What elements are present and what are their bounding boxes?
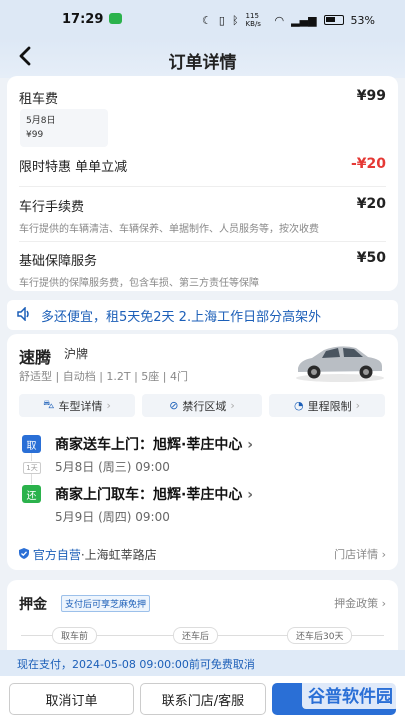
fee-row-insurance: 基础保障服务 ¥50 车行提供的保障服务费，包含车损、第三方责任等保障	[19, 250, 386, 289]
timeline-line	[31, 453, 32, 461]
nav-bar: 订单详情	[0, 38, 405, 78]
gauge-icon: ◔	[293, 399, 304, 412]
bluetooth-icon: ᛒ	[231, 13, 239, 27]
fee-row-service: 车行手续费 ¥20 车行提供的车辆清洁、车辆保养、单据制作、人员服务等，按次收费	[19, 196, 386, 235]
status-icons: ☾ ▯ ᛒ 115 KB/s ◠ ▂▄▆ 53%	[202, 12, 375, 28]
pill-label: 禁行区域	[182, 399, 227, 413]
fee-description: 车行提供的车辆清洁、车辆保养、单据制作、人员服务等，按次收费	[19, 224, 319, 235]
return-location[interactable]: 商家上门取车：旭辉·莘庄中心 ›	[55, 484, 253, 504]
fee-label: 车行手续费	[19, 200, 85, 215]
pill-label: 里程限制	[307, 399, 352, 413]
store-tag: 官方自营	[32, 548, 81, 562]
fee-row-rental: 租车费 ¥99	[19, 88, 386, 107]
store-details-link[interactable]: 门店详情 ›	[334, 546, 386, 562]
no-entry-icon: ⊘	[169, 399, 179, 412]
chevron-right-icon: ›	[106, 399, 111, 412]
chip-amount: ¥99	[26, 130, 44, 140]
timeline-line	[31, 474, 32, 484]
car-name: 速腾	[19, 348, 52, 367]
fee-label: 租车费	[19, 92, 59, 107]
car-specs: 舒适型 | 自动档 | 1.2T | 5座 | 4门	[19, 370, 189, 383]
chevron-right-icon: ›	[247, 487, 253, 503]
fee-row-discount: 限时特惠 单单立减 -¥20	[19, 156, 386, 175]
mileage-limit-button[interactable]: ◔ 里程限制 ›	[269, 394, 385, 417]
pickup-time: 5月8日 (周三) 09:00	[55, 460, 170, 474]
moon-icon: ☾	[202, 13, 212, 27]
chevron-right-icon: ›	[355, 399, 360, 412]
return-title: 商家上门取车：旭辉·莘庄中心	[55, 487, 243, 503]
timeline-label: 还车后30天	[287, 627, 353, 644]
store-info: 官方自营·上海虹莘路店	[19, 546, 157, 563]
fee-description: 车行提供的保障服务费，包含车损、第三方责任等保障	[19, 278, 259, 289]
fee-label: 基础保障服务	[19, 254, 98, 269]
timeline-label: 还车后	[173, 627, 219, 644]
speaker-icon	[17, 306, 32, 325]
car-info-card: 速腾 沪牌 舒适型 | 自动档 | 1.2T | 5座 | 4门 ⛍ 车型详情 …	[7, 334, 398, 570]
rental-duration: 1天	[23, 462, 41, 474]
status-time: 17:29	[62, 12, 104, 27]
car-model-details-button[interactable]: ⛍ 车型详情 ›	[19, 394, 135, 417]
store-address: ·上海虹莘路店	[80, 548, 157, 562]
fee-label: 限时特惠 单单立减	[19, 160, 128, 175]
status-bar: 17:29 ☾ ▯ ᛒ 115 KB/s ◠ ▂▄▆ 53%	[0, 0, 405, 38]
deposit-link-label: 押金政策	[334, 597, 379, 610]
pill-label: 车型详情	[58, 399, 103, 413]
payment-notice: 现在支付，2024-05-08 09:00:00前可免费取消	[0, 650, 405, 676]
store-link-label: 门店详情	[334, 548, 379, 561]
deposit-card: 押金 支付后可享芝麻免押 押金政策 › 取车前 还车后 还车后30天	[7, 580, 398, 650]
fee-amount: ¥99	[356, 88, 386, 104]
deposit-title: 押金	[19, 597, 47, 613]
fee-amount: -¥20	[350, 156, 386, 172]
signal-icon: ▂▄▆	[291, 13, 317, 27]
contact-store-button[interactable]: 联系门店/客服	[140, 683, 266, 715]
vibrate-icon: ▯	[218, 13, 225, 27]
pickup-title: 商家送车上门：旭辉·莘庄中心	[55, 437, 243, 453]
fee-amount: ¥50	[356, 250, 386, 266]
wifi-icon: ◠	[274, 13, 285, 27]
notice-text: 多还便宜，租5天免2天 2.上海工作日部分高架外	[41, 310, 322, 325]
fee-details-card: 租车费 ¥99 5月8日 ¥99 限时特惠 单单立减 -¥20 车行手续费 ¥2…	[7, 76, 398, 291]
chip-date: 5月8日	[26, 116, 56, 126]
timeline-label: 取车前	[52, 627, 98, 644]
battery-icon	[323, 15, 344, 25]
chevron-right-icon: ›	[230, 399, 235, 412]
car-image	[296, 346, 384, 382]
return-time: 5月9日 (周四) 09:00	[55, 510, 170, 524]
restricted-area-button[interactable]: ⊘ 禁行区域 ›	[142, 394, 262, 417]
chevron-right-icon: ›	[381, 548, 386, 561]
deposit-badge: 支付后可享芝麻免押	[61, 595, 151, 612]
battery-percent: 53%	[350, 13, 375, 27]
divider	[19, 241, 386, 242]
page-title: 订单详情	[168, 53, 237, 73]
divider	[19, 186, 386, 187]
fee-amount: ¥20	[356, 196, 386, 212]
watermark-logo: 谷普软件园	[302, 679, 399, 709]
daily-price-chip: 5月8日 ¥99	[20, 109, 108, 147]
wechat-notification-icon	[109, 13, 122, 24]
car-icon: ⛍	[43, 398, 55, 411]
return-badge: 还	[22, 485, 41, 503]
pickup-badge: 取	[22, 435, 41, 453]
chevron-right-icon: ›	[381, 597, 386, 610]
pickup-location[interactable]: 商家送车上门：旭辉·莘庄中心 ›	[55, 434, 253, 454]
verified-shield-icon	[19, 548, 33, 562]
deposit-policy-link[interactable]: 押金政策 ›	[334, 595, 386, 611]
promo-notice-bar[interactable]: 多还便宜，租5天免2天 2.上海工作日部分高架外	[7, 300, 398, 330]
cancel-order-button[interactable]: 取消订单	[9, 683, 134, 715]
chevron-right-icon: ›	[247, 437, 253, 453]
car-plate: 沪牌	[64, 347, 89, 361]
net-speed: 115 KB/s	[245, 12, 261, 28]
